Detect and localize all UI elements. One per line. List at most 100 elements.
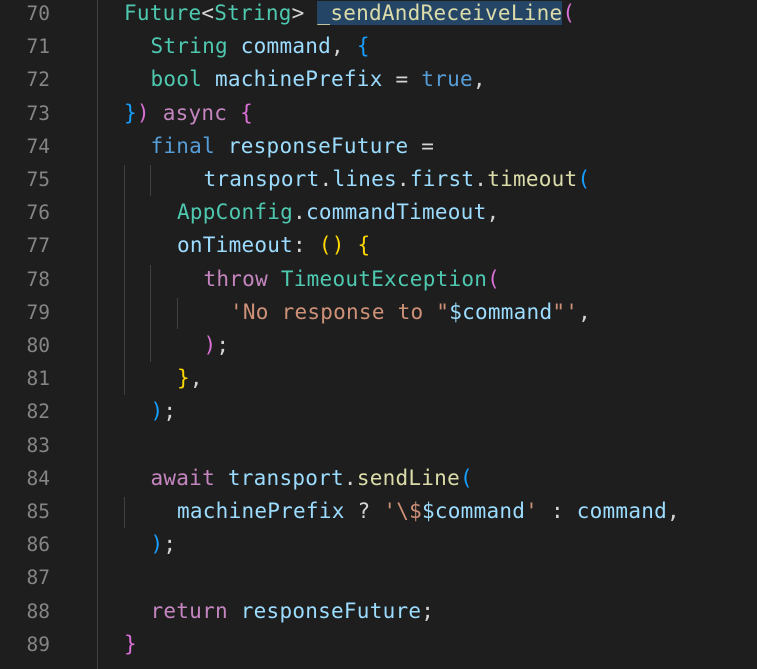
code-token: , <box>486 200 500 225</box>
code-token: { <box>356 34 370 59</box>
code-token: throw <box>203 266 268 291</box>
line-number: 84 <box>26 466 50 490</box>
code-token: String <box>214 1 292 25</box>
line-number: 85 <box>26 500 50 523</box>
code-token: $command <box>449 299 553 324</box>
code-line[interactable]: 85 machinePrefix ? '\$$command' : command… <box>0 495 757 528</box>
code-token: machinePrefix <box>214 67 383 92</box>
line-number: 80 <box>26 334 50 357</box>
code-token: transport <box>203 167 320 191</box>
code-token: } <box>124 100 137 125</box>
code-token: String <box>150 34 228 59</box>
line-code: ); <box>151 528 177 561</box>
code-token: , <box>667 499 680 523</box>
code-line[interactable]: 75 transport.lines.first.timeout( <box>0 163 757 196</box>
code-line[interactable]: 71 String command, { <box>0 30 757 63</box>
line-number: 77 <box>26 234 50 258</box>
code-line[interactable]: 89} <box>0 628 757 661</box>
code-token: = <box>408 133 435 158</box>
code-token: machinePrefix <box>177 499 345 523</box>
line-number: 71 <box>26 35 50 59</box>
code-token: ( <box>459 465 473 490</box>
line-code: String command, { <box>151 30 370 63</box>
line-number: 74 <box>26 134 50 158</box>
code-token: > <box>291 1 318 25</box>
code-token: Future <box>124 1 202 25</box>
line-code: machinePrefix ? '\$$command' : command, <box>177 495 680 528</box>
code-token: true <box>421 67 473 92</box>
code-token: responseFuture <box>227 133 409 158</box>
code-line[interactable]: 79 'No response to "$command"', <box>0 296 757 329</box>
code-line[interactable]: 83 <box>0 429 757 462</box>
code-token: } <box>177 366 190 391</box>
code-line[interactable]: 78 throw TimeoutException( <box>0 263 757 296</box>
code-token: ( <box>487 266 501 291</box>
code-line[interactable]: 80); <box>0 329 757 362</box>
code-token: ) <box>203 333 217 357</box>
line-code: AppConfig.commandTimeout, <box>177 196 499 229</box>
line-number: 88 <box>26 599 50 623</box>
code-line[interactable]: 76 AppConfig.commandTimeout, <box>0 196 757 229</box>
code-token: final <box>150 133 215 158</box>
line-code: onTimeout: () { <box>177 229 370 262</box>
code-token: < <box>201 1 215 25</box>
code-token: lines <box>332 167 397 191</box>
code-editor[interactable]: 70 Future<String> _sendAndReceiveLine( 71 S… <box>0 0 757 669</box>
code-line[interactable]: 73}) async { <box>0 97 757 130</box>
code-token: "' <box>552 299 579 324</box>
code-token: ' <box>525 499 539 523</box>
code-line[interactable]: 82); <box>0 395 757 428</box>
code-token: ( <box>562 1 576 25</box>
line-code: }, <box>177 362 203 395</box>
code-line[interactable]: 86); <box>0 528 757 561</box>
code-line[interactable]: 74 final responseFuture = <box>0 130 757 163</box>
code-token: commandTimeout <box>305 200 487 225</box>
code-line[interactable]: 88 return responseFuture; <box>0 595 757 628</box>
code-token: onTimeout <box>177 233 294 258</box>
code-token: , <box>331 34 357 59</box>
code-token: , <box>472 67 486 92</box>
code-token: . <box>293 200 306 225</box>
code-token: ; <box>163 399 177 424</box>
code-line[interactable]: 72 bool machinePrefix = true, <box>0 63 757 96</box>
line-code: }) async { <box>124 97 253 130</box>
line-number: 86 <box>26 533 50 557</box>
line-code: Future<String> _sendAndReceiveLine( <box>124 0 575 30</box>
code-line[interactable]: 70 Future<String> _sendAndReceiveLine( <box>0 0 757 30</box>
code-token: { <box>240 100 253 125</box>
code-line[interactable]: 84 await transport.sendLine( <box>0 462 757 495</box>
line-number: 87 <box>26 566 50 590</box>
code-token: . <box>319 167 333 191</box>
code-token: command <box>240 34 332 59</box>
line-number: 82 <box>26 400 50 424</box>
code-token: 'No response to " <box>230 299 450 324</box>
code-token: , <box>189 366 203 391</box>
code-line[interactable]: 81}, <box>0 362 757 395</box>
code-token: ; <box>421 598 435 623</box>
code-token: ( <box>577 167 591 191</box>
code-token: ? <box>344 499 384 523</box>
code-line[interactable]: 77 onTimeout: () { <box>0 229 757 262</box>
code-token: () <box>318 233 345 258</box>
code-token: . <box>396 167 410 191</box>
line-number: 72 <box>26 68 50 92</box>
code-token: . <box>474 167 488 191</box>
code-token: responseFuture <box>240 598 422 623</box>
code-token: ; <box>216 333 230 357</box>
code-token: bool <box>150 67 203 92</box>
code-token: ) <box>136 100 150 125</box>
code-token: AppConfig <box>177 200 294 225</box>
code-line[interactable]: 87 <box>0 561 757 594</box>
code-token: { <box>357 233 371 258</box>
line-number: 79 <box>26 300 50 324</box>
line-code: throw TimeoutException( <box>204 263 501 296</box>
code-token: async <box>162 100 228 125</box>
code-token: $command <box>422 499 526 523</box>
